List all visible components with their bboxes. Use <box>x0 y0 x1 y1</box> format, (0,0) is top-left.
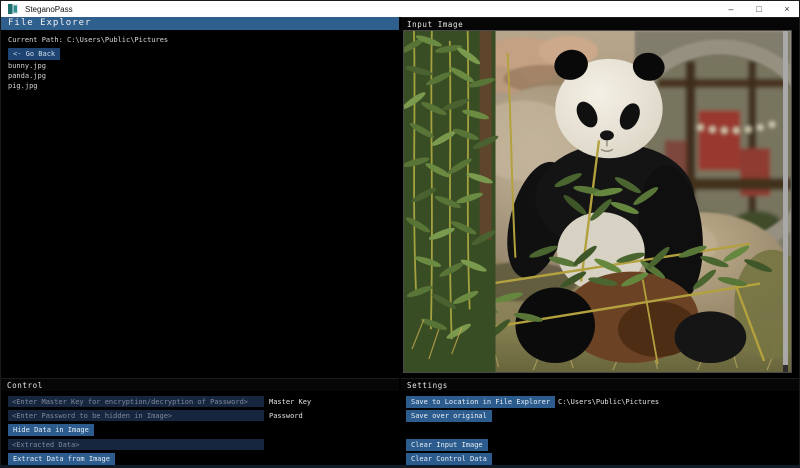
image-scrollbar-thumb[interactable] <box>783 31 788 365</box>
input-image-header: Input Image <box>401 17 800 30</box>
image-scrollbar[interactable] <box>783 31 788 373</box>
extracted-data-field[interactable] <box>8 439 264 450</box>
titlebar: SteganoPass – □ × <box>1 1 800 17</box>
file-explorer-header: File Explorer <box>1 17 399 30</box>
input-image-view <box>403 30 792 373</box>
go-back-button[interactable]: <- Go Back <box>8 48 60 60</box>
extract-data-button[interactable]: Extract Data from Image <box>8 453 115 465</box>
file-item-pig[interactable]: pig.jpg <box>8 82 38 90</box>
save-over-original-button[interactable]: Save over original <box>406 410 492 422</box>
close-button[interactable]: × <box>773 1 800 17</box>
file-item-panda[interactable]: panda.jpg <box>8 72 46 80</box>
hide-data-button[interactable]: Hide Data in Image <box>8 424 94 436</box>
settings-header: Settings <box>401 378 800 391</box>
minimize-button[interactable]: – <box>717 1 745 17</box>
save-location-path: C:\Users\Public\Pictures <box>558 398 659 406</box>
maximize-button[interactable]: □ <box>745 1 773 17</box>
master-key-label: Master Key <box>269 398 311 406</box>
app-window: SteganoPass – □ × File Explorer Current … <box>0 0 800 468</box>
save-to-location-button[interactable]: Save to Location in File Explorer <box>406 396 555 408</box>
app-icon <box>8 4 18 14</box>
window-title: SteganoPass <box>25 5 73 14</box>
clear-control-data-button[interactable]: Clear Control Data <box>406 453 492 465</box>
password-label: Password <box>269 412 303 420</box>
clear-input-image-button[interactable]: Clear Input Image <box>406 439 488 451</box>
panda-photo <box>404 31 791 372</box>
file-item-bunny[interactable]: bunny.jpg <box>8 62 46 70</box>
password-input[interactable] <box>8 410 264 421</box>
control-header: Control <box>1 378 399 391</box>
master-key-input[interactable] <box>8 396 264 407</box>
current-path-label: Current Path: C:\Users\Public\Pictures <box>8 36 168 44</box>
